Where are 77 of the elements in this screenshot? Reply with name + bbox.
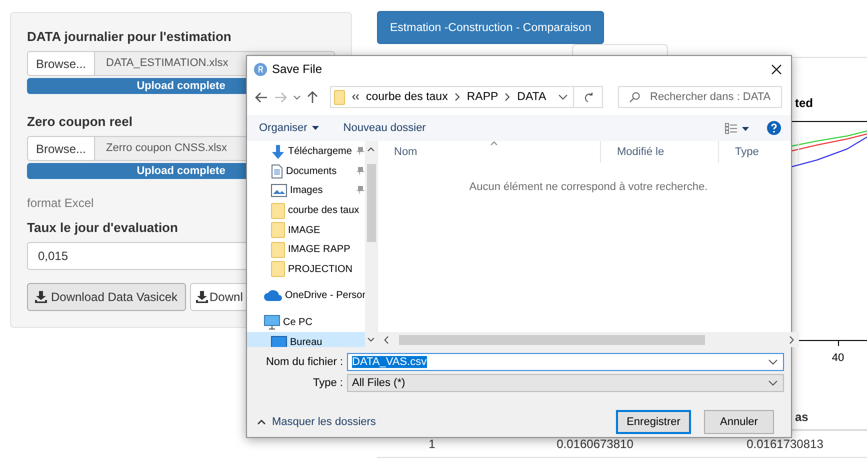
breadcrumb-item[interactable]: courbe des taux [366, 91, 448, 103]
chart-title: ted [795, 96, 813, 112]
field-label: Taux le jour d'evaluation [27, 219, 178, 237]
toolbar-button[interactable]: Organiser [259, 122, 320, 134]
scroll-right-icon[interactable] [789, 336, 794, 344]
table-cell-text: 0.0161730813 [746, 437, 824, 451]
folder-icon [334, 90, 345, 104]
column-header[interactable]: Type [719, 141, 799, 163]
table-cell-text: 1 [428, 437, 436, 451]
dropdown-chevron-icon[interactable] [768, 380, 778, 386]
search-field[interactable]: Rechercher dans : DATA [618, 86, 782, 108]
download-icon [35, 291, 47, 303]
scroll-down-icon[interactable] [367, 337, 375, 342]
vertical-scrollbar[interactable] [365, 141, 377, 347]
back-arrow-icon[interactable] [255, 92, 268, 102]
table-cell-text: 0.0160673810 [556, 437, 634, 451]
address-bar[interactable]: courbe des taux RAPP DATA [330, 86, 603, 108]
history-chevron-icon[interactable] [293, 94, 301, 100]
breadcrumb-item[interactable]: DATA [517, 91, 546, 103]
field-label: Type : [312, 377, 344, 389]
axis-tick-label: 40 [832, 352, 844, 364]
nav-item[interactable]: IMAGE [247, 220, 365, 240]
field-label: DATA journalier pour l'estimation [27, 28, 232, 46]
double-chevron-icon [352, 94, 359, 100]
picture-icon [271, 184, 287, 198]
nav-item[interactable]: Ce PC [247, 312, 365, 332]
document-icon [271, 164, 283, 179]
estimation-button[interactable]: Estmation -Construction - Comparaison [377, 11, 604, 44]
monitor-icon [264, 315, 280, 330]
hide-folders-toggle[interactable]: Masquer les dossiers [257, 416, 376, 428]
dialog-button[interactable]: Annuler [704, 410, 774, 434]
pin-icon [356, 186, 365, 196]
dialog-button[interactable]: Enregistrer [616, 410, 691, 434]
horizontal-scrollbar[interactable] [378, 332, 799, 347]
download-button[interactable]: Download Data Vasicek [27, 283, 186, 311]
chevron-right-icon [454, 93, 460, 101]
help-icon[interactable] [767, 121, 781, 135]
scroll-up-icon[interactable] [367, 147, 375, 152]
browse-button[interactable]: Browse... [27, 51, 95, 76]
close-icon [770, 64, 782, 74]
dropdown-chevron-icon[interactable] [768, 359, 778, 365]
nav-item[interactable]: Images [247, 181, 365, 201]
refresh-icon[interactable] [582, 92, 594, 102]
chevron-right-icon [505, 93, 510, 101]
sort-chevron-icon [490, 141, 498, 146]
file-name-input[interactable]: DATA_VAS.csv [347, 353, 784, 371]
field-label: Nom du fichier : [264, 356, 344, 368]
folder-icon [271, 202, 285, 219]
chevron-up-icon [257, 419, 266, 425]
search-icon [629, 92, 640, 102]
download-icon [196, 291, 208, 303]
pin-icon [356, 166, 365, 176]
up-arrow-icon[interactable] [307, 90, 318, 104]
file-type-select[interactable]: All Files (*) [347, 374, 784, 392]
view-options-icon[interactable] [725, 122, 749, 134]
r-logo-icon [254, 62, 267, 76]
nav-item[interactable]: Bureau [247, 332, 365, 347]
toolbar-button[interactable]: Nouveau dossier [343, 122, 426, 134]
column-header[interactable]: Nom [378, 141, 601, 163]
empty-list-message: Aucun élément ne correspond à votre recherche. [468, 181, 709, 195]
column-header: as [795, 410, 808, 424]
folder-icon [271, 261, 285, 278]
scroll-left-icon[interactable] [384, 336, 389, 344]
download-arrow-icon [271, 144, 285, 160]
folder-icon [271, 222, 285, 238]
nav-item[interactable]: courbe des taux [247, 200, 365, 220]
browse-button[interactable]: Browse... [27, 136, 95, 161]
breadcrumb-item[interactable]: RAPP [466, 91, 498, 103]
dialog-title: Save File [272, 62, 322, 76]
format-hint: format Excel [27, 196, 94, 210]
pin-icon [356, 147, 365, 156]
column-header[interactable]: Modifié le [601, 141, 719, 163]
caret-icon [312, 126, 320, 130]
folder-icon [271, 242, 285, 258]
dropdown-chevron-icon[interactable] [558, 94, 568, 100]
cloud-icon [264, 290, 282, 302]
field-label: Zero coupon reel [27, 113, 132, 131]
